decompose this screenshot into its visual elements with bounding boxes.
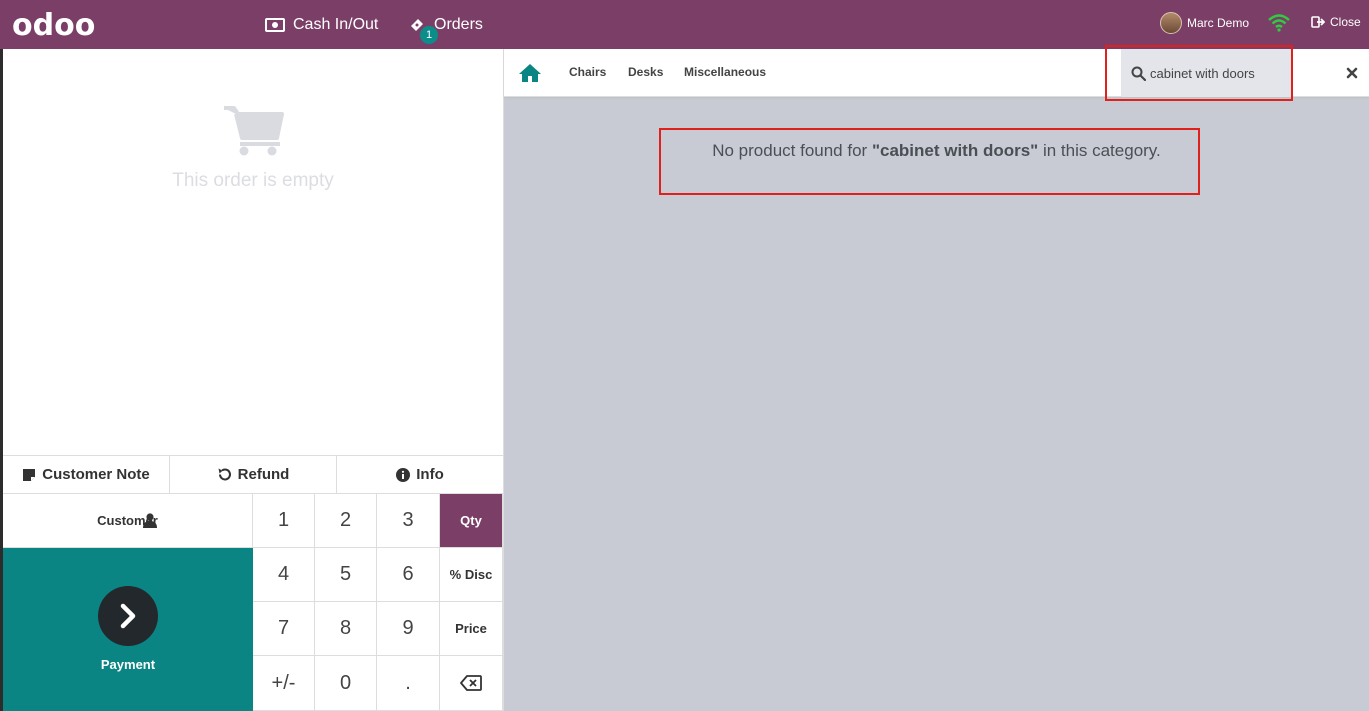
numpad-key-7[interactable]: 7	[253, 602, 315, 656]
search-box	[1121, 49, 1291, 97]
numpad-key-4[interactable]: 4	[253, 548, 315, 602]
cash-in-out-label: Cash In/Out	[293, 15, 379, 33]
numpad: 1 2 3 Qty 4 5 6 % Disc 7 8 9 Price +/- 0…	[253, 494, 503, 711]
price-mode-button[interactable]: Price	[440, 602, 503, 656]
avatar	[1160, 12, 1182, 34]
category-chairs[interactable]: Chairs	[569, 65, 606, 79]
backspace-icon	[460, 675, 482, 691]
note-icon	[23, 468, 36, 481]
message-prefix: No product found for	[712, 141, 872, 160]
numpad-key-3[interactable]: 3	[377, 494, 440, 548]
shopping-cart-icon	[224, 106, 284, 156]
backspace-button[interactable]	[440, 656, 503, 711]
numpad-key-0[interactable]: 0	[315, 656, 377, 711]
empty-order: This order is empty	[3, 104, 503, 192]
home-category-button[interactable]	[518, 63, 542, 88]
user-icon	[25, 513, 274, 531]
close-label: Close	[1330, 15, 1361, 29]
no-product-message: No product found for "cabinet with doors…	[504, 141, 1369, 161]
top-bar: odoo Cash In/Out 1 Orders Marc Demo Clos…	[0, 0, 1369, 49]
message-suffix: in this category.	[1038, 141, 1161, 160]
control-buttons: Customer Note Refund Info	[3, 455, 503, 494]
category-desks[interactable]: Desks	[628, 65, 663, 79]
money-icon	[265, 17, 285, 32]
customer-button[interactable]: Customer	[3, 494, 253, 548]
undo-icon	[218, 468, 231, 481]
home-icon	[519, 64, 541, 82]
user-menu[interactable]: Marc Demo	[1160, 12, 1249, 34]
search-icon	[1131, 66, 1147, 86]
sign-out-icon	[1311, 16, 1325, 28]
category-miscellaneous[interactable]: Miscellaneous	[684, 65, 766, 79]
category-bar: Chairs Desks Miscellaneous	[504, 49, 1369, 97]
search-input[interactable]	[1150, 62, 1285, 84]
cash-in-out-button[interactable]: Cash In/Out	[265, 0, 378, 49]
ticket-icon: 1	[408, 16, 438, 44]
qty-mode-button[interactable]: Qty	[440, 494, 503, 548]
discount-mode-button[interactable]: % Disc	[440, 548, 503, 602]
info-icon	[396, 467, 411, 482]
numpad-key-1[interactable]: 1	[253, 494, 315, 548]
orders-label: Orders	[434, 15, 483, 33]
chevron-right-icon	[98, 586, 158, 646]
numpad-key-6[interactable]: 6	[377, 548, 440, 602]
info-label: Info	[416, 466, 444, 483]
orders-button[interactable]: 1 Orders	[408, 0, 483, 49]
close-button[interactable]: Close	[1311, 15, 1361, 29]
numpad-key-plus-minus[interactable]: +/-	[253, 656, 315, 711]
payment-button[interactable]: Payment	[3, 548, 253, 711]
wifi-icon	[1268, 14, 1290, 37]
numpad-key-decimal[interactable]: .	[377, 656, 440, 711]
info-button[interactable]: Info	[337, 456, 503, 493]
close-icon	[1346, 67, 1358, 79]
refund-button[interactable]: Refund	[170, 456, 337, 493]
clear-search-button[interactable]	[1346, 66, 1358, 84]
numpad-key-5[interactable]: 5	[315, 548, 377, 602]
order-pane: This order is empty Customer Note Refund…	[0, 49, 504, 711]
message-query: "cabinet with doors"	[871, 141, 1039, 160]
numpad-key-2[interactable]: 2	[315, 494, 377, 548]
user-name: Marc Demo	[1187, 16, 1250, 30]
empty-order-text: This order is empty	[172, 170, 334, 191]
products-pane: Chairs Desks Miscellaneous No product fo…	[504, 49, 1369, 711]
customer-note-label: Customer Note	[42, 466, 150, 483]
numpad-key-8[interactable]: 8	[315, 602, 377, 656]
odoo-logo: odoo	[12, 8, 96, 43]
refund-label: Refund	[237, 466, 290, 483]
numpad-key-9[interactable]: 9	[377, 602, 440, 656]
payment-label: Payment	[100, 657, 156, 672]
orders-count-badge: 1	[420, 25, 438, 44]
pos-app: odoo Cash In/Out 1 Orders Marc Demo Clos…	[0, 0, 1369, 711]
customer-note-button[interactable]: Customer Note	[3, 456, 170, 493]
